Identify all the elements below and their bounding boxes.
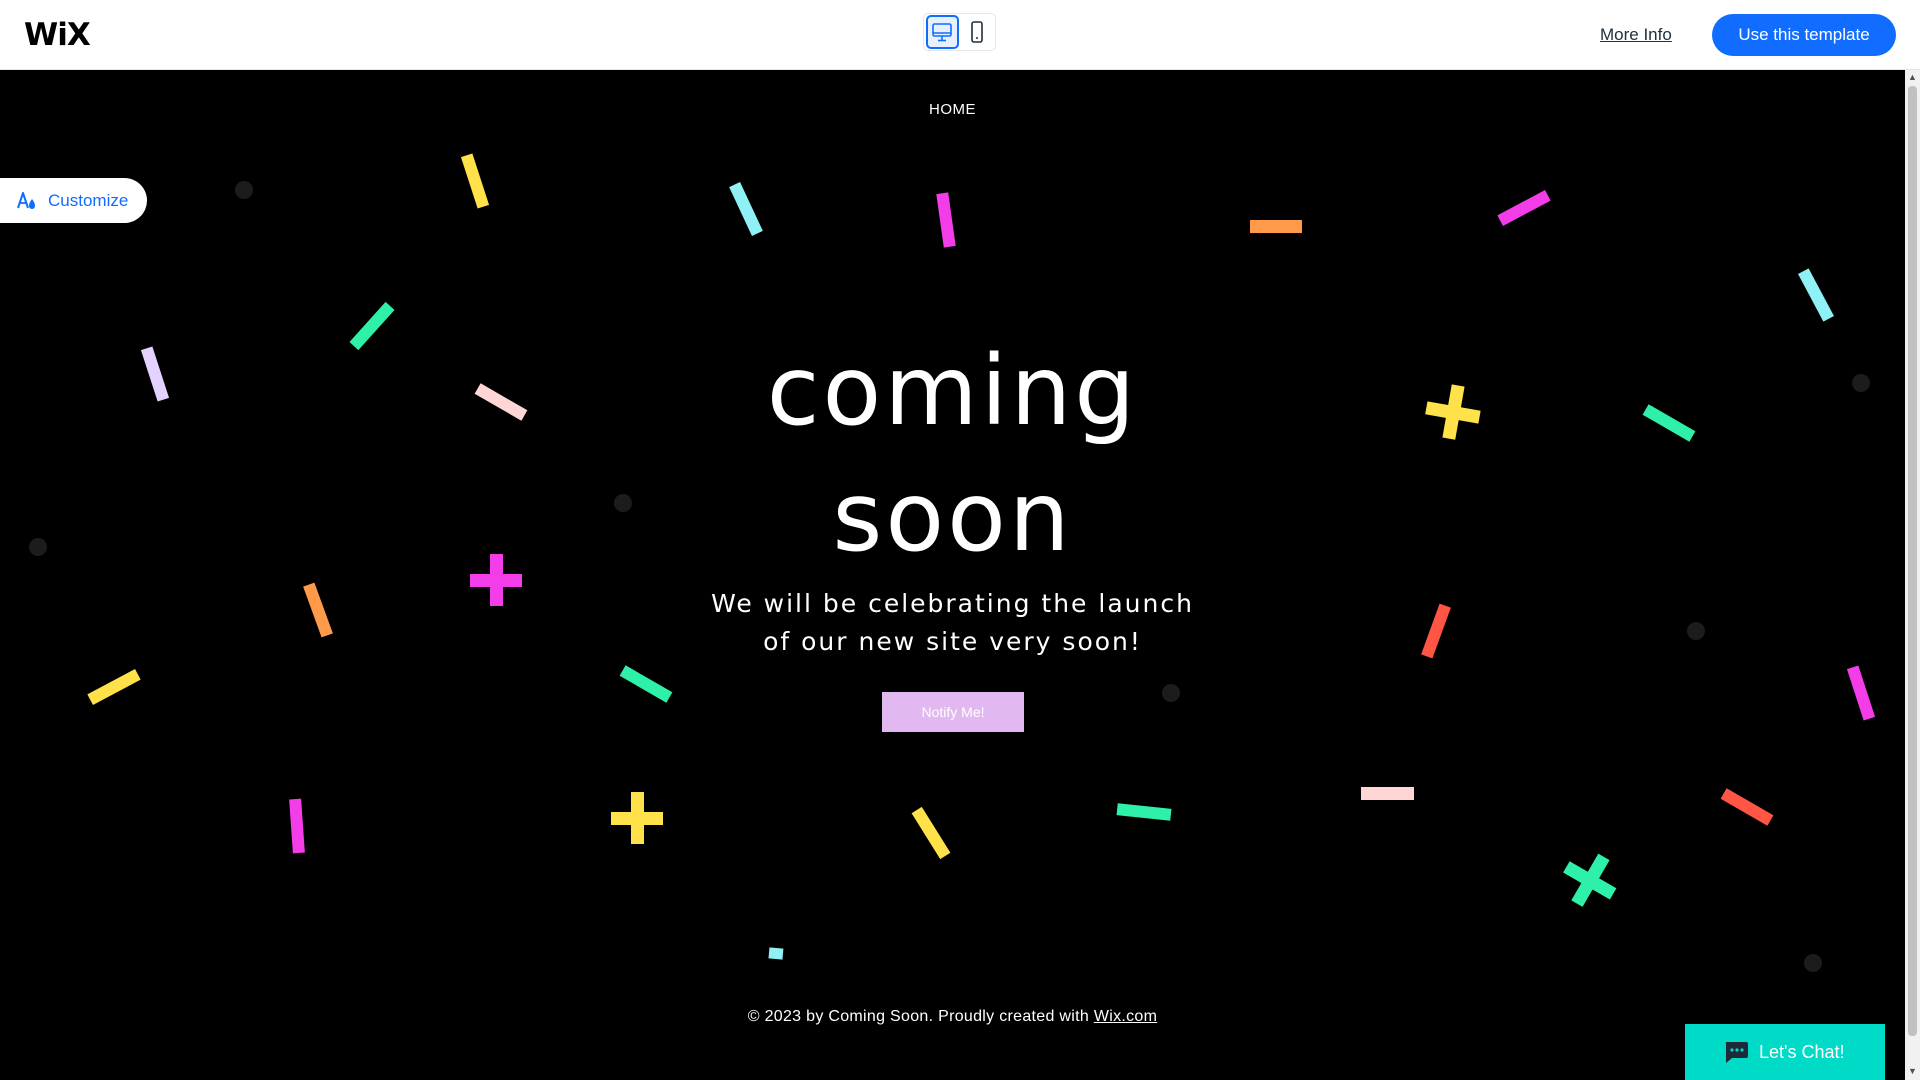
confetti-bar: [1361, 787, 1414, 800]
confetti-dot: [1804, 954, 1822, 972]
confetti-bar: [460, 153, 490, 209]
footer-wix-link[interactable]: Wix.com: [1094, 1008, 1157, 1025]
confetti-bar: [1798, 268, 1834, 322]
scroll-up-icon[interactable]: ▲: [1908, 72, 1917, 82]
paint-drop-icon: [17, 191, 35, 209]
notify-me-button[interactable]: Notify Me!: [882, 692, 1024, 732]
page-scrollbar[interactable]: ▲ ▼: [1905, 70, 1920, 1080]
desktop-icon: [932, 23, 953, 42]
use-template-button[interactable]: Use this template: [1712, 14, 1896, 56]
confetti-bar: [619, 665, 673, 703]
customize-label: Customize: [48, 190, 129, 210]
hero-title-line: soon: [832, 461, 1073, 573]
confetti-bar: [289, 798, 305, 854]
confetti-bar: [1720, 788, 1774, 826]
hero-subtitle-line: of our new site very soon!: [763, 627, 1142, 656]
confetti-bar: [768, 947, 784, 960]
scrollbar-thumb[interactable]: [1908, 86, 1917, 1036]
confetti-bar: [1116, 803, 1172, 821]
editor-topbar: WiX More Info Use this template: [0, 0, 1920, 70]
wix-logo[interactable]: WiX: [24, 17, 91, 53]
customize-button[interactable]: Customize: [0, 178, 147, 223]
confetti-dot: [235, 181, 253, 199]
confetti-bar: [1846, 665, 1876, 721]
site-preview: HOME coming soon We will be celebrating …: [0, 70, 1905, 1080]
mobile-icon: [971, 21, 983, 43]
confetti-cross: [611, 792, 663, 844]
confetti-bar: [87, 669, 141, 705]
desktop-view-button[interactable]: [926, 15, 959, 49]
more-info-link[interactable]: More Info: [1600, 25, 1672, 45]
confetti-bar: [1497, 190, 1551, 226]
confetti-bar: [911, 806, 951, 860]
scroll-down-icon[interactable]: ▼: [1908, 1066, 1917, 1076]
device-switcher: [923, 13, 996, 51]
footer-copyright-text: © 2023 by Coming Soon. Proudly created w…: [747, 1008, 1094, 1025]
chat-bubble-icon: [1725, 1042, 1748, 1063]
confetti-bar: [1250, 220, 1302, 233]
mobile-view-button[interactable]: [961, 15, 993, 49]
hero-title: coming soon: [0, 328, 1905, 580]
nav-home-link[interactable]: HOME: [0, 101, 1905, 118]
confetti-bar: [729, 181, 763, 237]
confetti-dot: [1162, 684, 1180, 702]
chat-widget-button[interactable]: Let's Chat!: [1685, 1024, 1885, 1080]
hero-title-line: coming: [766, 335, 1139, 447]
footer-copyright: © 2023 by Coming Soon. Proudly created w…: [0, 1008, 1905, 1026]
hero-subtitle: We will be celebrating the launch of our…: [0, 585, 1905, 661]
confetti-bar: [936, 192, 956, 248]
chat-label: Let's Chat!: [1759, 1041, 1845, 1062]
hero-subtitle-line: We will be celebrating the launch: [711, 589, 1194, 618]
confetti-cross: [1563, 853, 1617, 907]
